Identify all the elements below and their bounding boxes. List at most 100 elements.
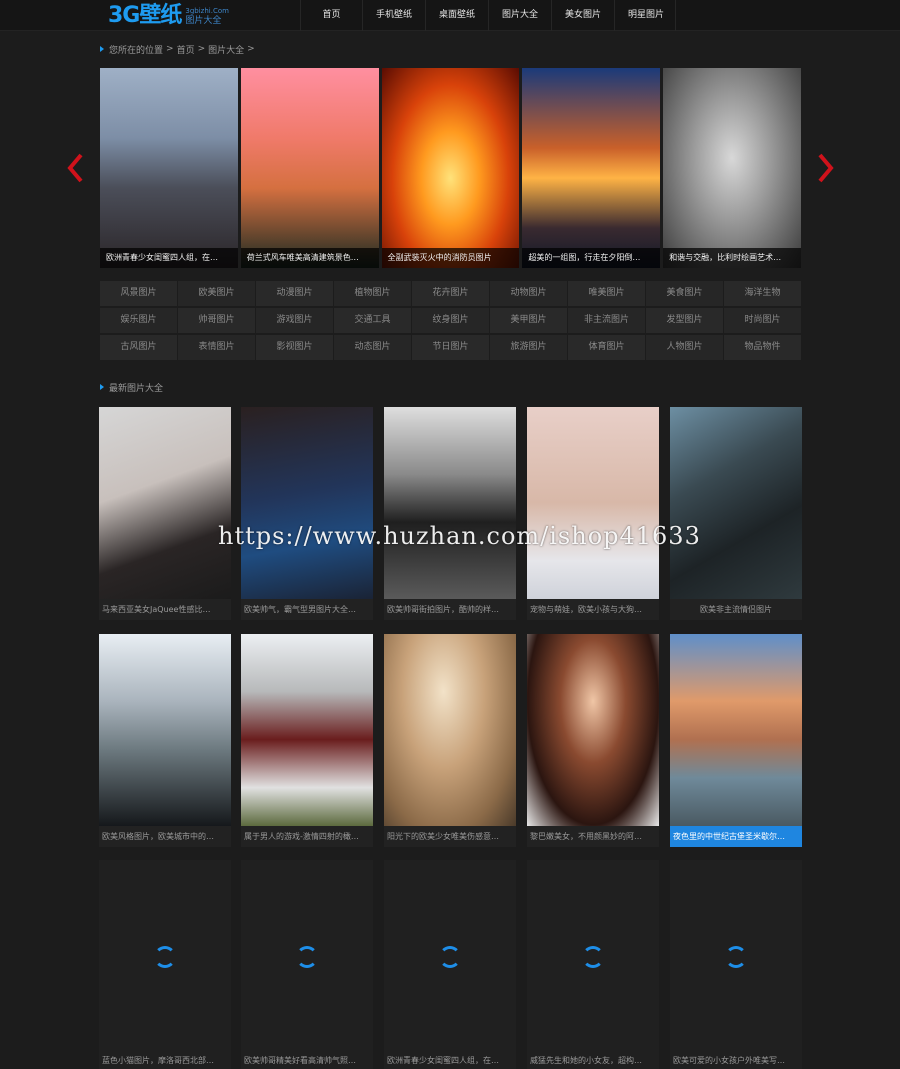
photo-card[interactable]: 马来西亚美女JaQuee性感比…: [99, 407, 231, 620]
photo-caption: 属于男人的游戏-激情四射的橄…: [241, 826, 373, 847]
slide-image: [381, 68, 520, 268]
category-link[interactable]: 发型图片: [646, 308, 723, 333]
loading-spinner-icon: [582, 946, 604, 968]
top-nav-bar: 3G壁纸 3gbizhi.Com 图片大全 首页 手机壁纸 桌面壁纸 图片大全 …: [0, 0, 900, 31]
photo-caption: 欧美风格图片，欧美城市中的…: [99, 826, 231, 847]
category-link[interactable]: 欧美图片: [178, 281, 255, 306]
category-link[interactable]: 时尚图片: [724, 308, 801, 333]
slider-item[interactable]: 全副武装灭火中的消防员图片: [381, 68, 520, 268]
slide-image: [522, 68, 661, 268]
slide-image: [663, 68, 801, 268]
slide-caption: 和谐与交融，比利时绘画艺术…: [663, 248, 801, 268]
category-link[interactable]: 动物图片: [490, 281, 567, 306]
category-link[interactable]: 人物图片: [646, 335, 723, 360]
slide-caption: 全副武装灭火中的消防员图片: [381, 248, 520, 268]
photo-caption: 阳光下的欧美少女唯美伤感意…: [384, 826, 516, 847]
photo-card-loading[interactable]: 欧洲青春少女闺蜜四人组，在…: [384, 860, 516, 1069]
slider-prev-button[interactable]: [66, 152, 86, 184]
slider-item[interactable]: 欧洲青春少女闺蜜四人组，在…: [100, 68, 238, 268]
category-link[interactable]: 交通工具: [334, 308, 411, 333]
category-link[interactable]: 动漫图片: [256, 281, 333, 306]
breadcrumb-separator: >: [197, 44, 206, 54]
category-link[interactable]: 美食图片: [646, 281, 723, 306]
photo-caption: 宠物与萌娃，欧美小孩与大狗…: [527, 599, 659, 620]
photo-card-active[interactable]: 夜色里的中世纪古堡圣米歇尔…: [670, 634, 802, 847]
category-link[interactable]: 影视图片: [256, 335, 333, 360]
logo-url: 3gbizhi.Com: [185, 7, 229, 15]
nav-pictures[interactable]: 图片大全: [488, 0, 551, 31]
main-nav: 首页 手机壁纸 桌面壁纸 图片大全 美女图片 明星图片: [300, 0, 676, 31]
category-link[interactable]: 旅游图片: [490, 335, 567, 360]
category-link[interactable]: 娱乐图片: [100, 308, 177, 333]
slider-item[interactable]: 超美的一组图，行走在夕阳倒…: [522, 68, 661, 268]
breadcrumb-separator: >: [166, 44, 174, 54]
category-link[interactable]: 纹身图片: [412, 308, 489, 333]
photo-card[interactable]: 阳光下的欧美少女唯美伤感意…: [384, 634, 516, 847]
photo-card-loading[interactable]: 蓝色小猫图片，摩洛哥西北部…: [99, 860, 231, 1069]
loading-spinner-icon: [296, 946, 318, 968]
site-logo[interactable]: 3G壁纸 3gbizhi.Com 图片大全: [108, 2, 229, 29]
photo-caption: 欧美帅哥街拍图片，酷帅的样…: [384, 599, 516, 620]
nav-home[interactable]: 首页: [300, 0, 362, 31]
breadcrumb-pictures-link[interactable]: 图片大全: [208, 43, 244, 56]
slide-caption: 超美的一组图，行走在夕阳倒…: [522, 248, 661, 268]
photo-caption: 蓝色小猫图片，摩洛哥西北部…: [102, 1056, 214, 1065]
bullet-triangle-icon: [100, 384, 104, 390]
slider-next-button[interactable]: [815, 152, 835, 184]
nav-beauty[interactable]: 美女图片: [551, 0, 614, 31]
nav-desktop-wallpaper[interactable]: 桌面壁纸: [425, 0, 488, 31]
chevron-right-icon: [818, 153, 834, 183]
nav-celebrity[interactable]: 明星图片: [614, 0, 676, 31]
category-link[interactable]: 帅哥图片: [178, 308, 255, 333]
category-link[interactable]: 节日图片: [412, 335, 489, 360]
photo-thumbnail: [670, 634, 802, 826]
section-title-text: 最新图片大全: [109, 383, 164, 394]
loading-spinner-icon: [439, 946, 461, 968]
photo-card-loading[interactable]: 欧美可爱的小女孩户外唯美写…: [670, 860, 802, 1069]
category-link[interactable]: 物品物件: [724, 335, 801, 360]
breadcrumb-home-link[interactable]: 首页: [177, 43, 195, 56]
category-link[interactable]: 花卉图片: [412, 281, 489, 306]
photo-thumbnail: [384, 634, 516, 826]
photo-card[interactable]: 欧美帅气，霸气型男图片大全…: [241, 407, 373, 620]
slide-image: [100, 68, 238, 268]
photo-card[interactable]: 欧美帅哥街拍图片，酷帅的样…: [384, 407, 516, 620]
category-link[interactable]: 植物图片: [334, 281, 411, 306]
bullet-triangle-icon: [100, 46, 104, 52]
photo-caption: 威猛先生和她的小女友，超构…: [530, 1056, 642, 1065]
photo-thumbnail: [527, 407, 659, 599]
watermark-text: https://www.huzhan.com/ishop41633: [218, 522, 701, 550]
category-link[interactable]: 游戏图片: [256, 308, 333, 333]
category-link[interactable]: 非主流图片: [568, 308, 645, 333]
photo-caption: 欧美帅气，霸气型男图片大全…: [241, 599, 373, 620]
photo-card[interactable]: 黎巴嫩美女，不用颜黑妙的阿…: [527, 634, 659, 847]
featured-slider: 欧洲青春少女闺蜜四人组，在… 荷兰式风车唯美高清建筑景色… 全副武装灭火中的消防…: [100, 68, 801, 268]
category-link[interactable]: 体育图片: [568, 335, 645, 360]
logo-mark: 3G壁纸: [108, 3, 182, 28]
photo-caption: 欧美帅哥精美好看高清帅气照…: [244, 1056, 356, 1065]
category-link[interactable]: 表情图片: [178, 335, 255, 360]
breadcrumb: 您所在的位置 > 首页 > 图片大全 >: [100, 42, 258, 56]
photo-card[interactable]: 属于男人的游戏-激情四射的橄…: [241, 634, 373, 847]
category-link[interactable]: 动态图片: [334, 335, 411, 360]
photo-caption: 夜色里的中世纪古堡圣米歇尔…: [670, 826, 802, 847]
category-link[interactable]: 海洋生物: [724, 281, 801, 306]
photo-thumbnail: [241, 634, 373, 826]
slider-item[interactable]: 荷兰式风车唯美高清建筑景色…: [240, 68, 379, 268]
slide-caption: 荷兰式风车唯美高清建筑景色…: [240, 248, 379, 268]
photo-card-loading[interactable]: 威猛先生和她的小女友，超构…: [527, 860, 659, 1069]
slider-item[interactable]: 和谐与交融，比利时绘画艺术…: [663, 68, 801, 268]
photo-card-loading[interactable]: 欧美帅哥精美好看高清帅气照…: [241, 860, 373, 1069]
photo-thumbnail: [670, 407, 802, 599]
category-link[interactable]: 唯美图片: [568, 281, 645, 306]
photo-card[interactable]: 欧美非主流情侣图片: [670, 407, 802, 620]
photo-caption: 欧洲青春少女闺蜜四人组，在…: [387, 1056, 499, 1065]
category-link[interactable]: 古风图片: [100, 335, 177, 360]
category-link[interactable]: 美甲图片: [490, 308, 567, 333]
category-link[interactable]: 风景图片: [100, 281, 177, 306]
nav-phone-wallpaper[interactable]: 手机壁纸: [362, 0, 425, 31]
photo-thumbnail: [384, 407, 516, 599]
photo-card[interactable]: 宠物与萌娃，欧美小孩与大狗…: [527, 407, 659, 620]
photo-thumbnail: [99, 634, 231, 826]
photo-card[interactable]: 欧美风格图片，欧美城市中的…: [99, 634, 231, 847]
